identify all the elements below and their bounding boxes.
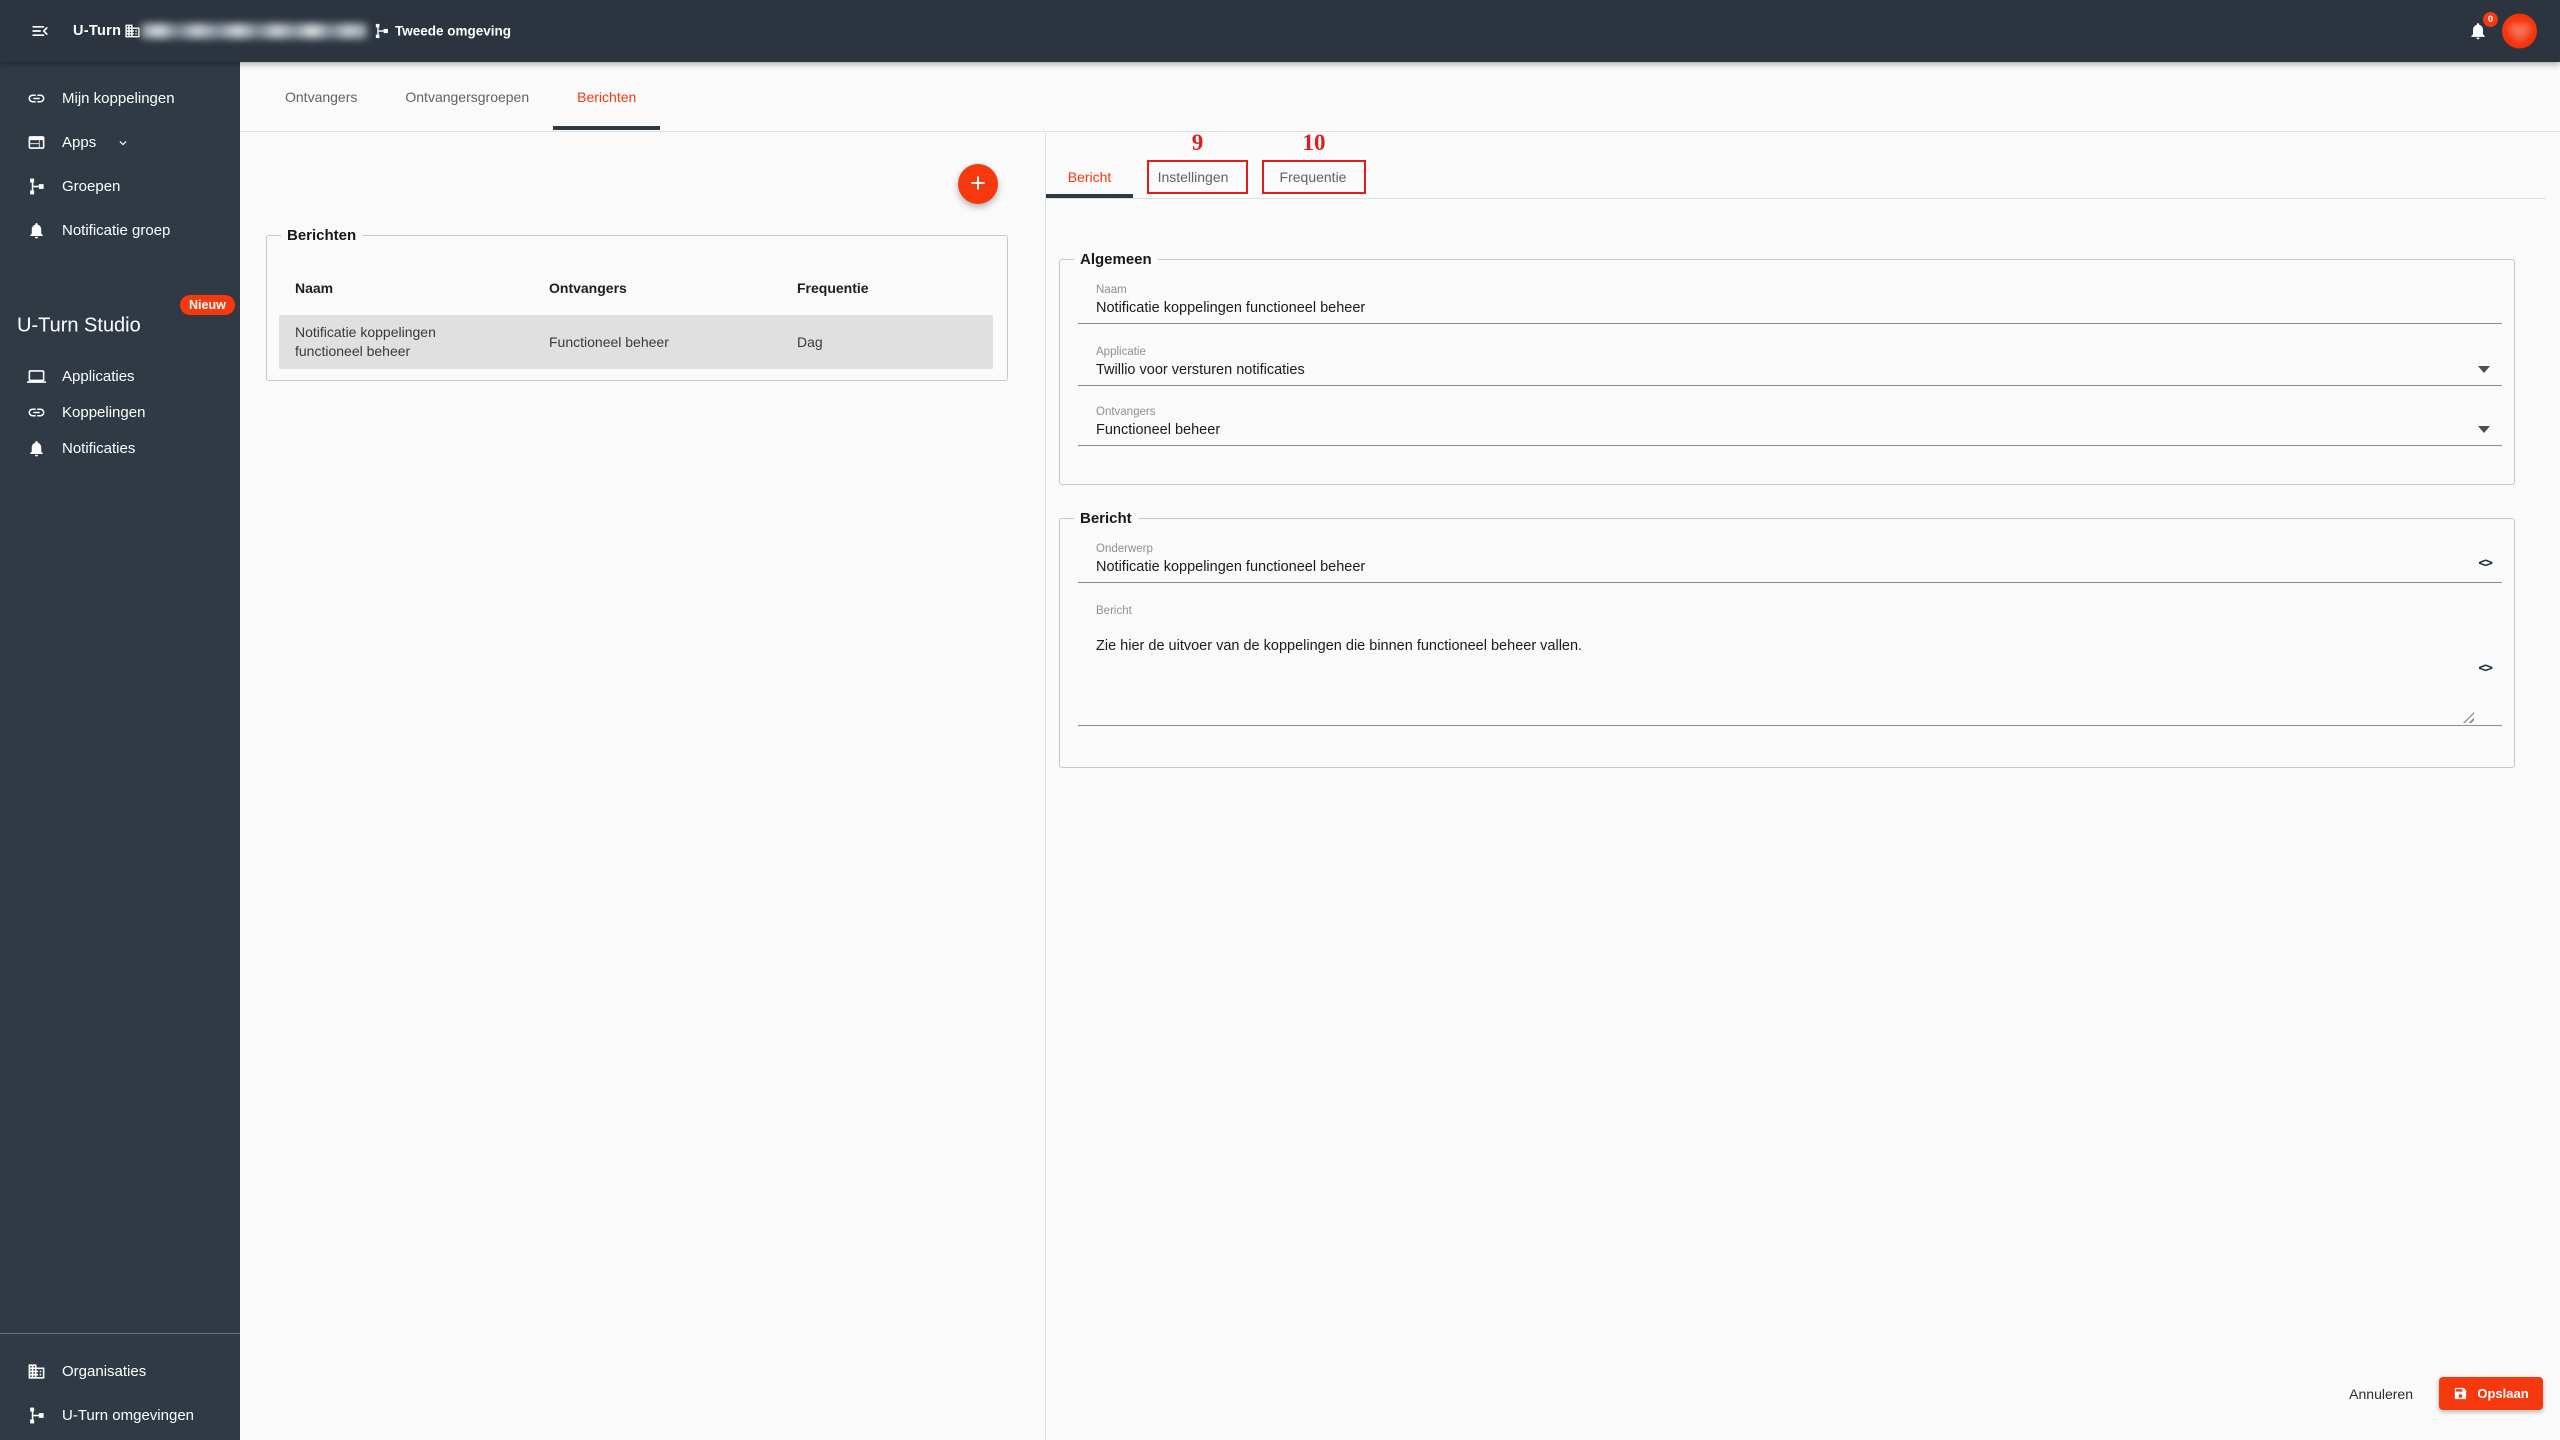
sidebar-item-notificatie-groep[interactable]: Notificatie groep	[0, 208, 240, 252]
berichten-list-legend: Berichten	[281, 226, 362, 245]
sidebar-item-uturn-omgevingen[interactable]: U-Turn omgevingen	[0, 1393, 240, 1437]
building-icon	[27, 1362, 46, 1381]
sidebar-item-label: Apps	[62, 134, 96, 151]
code-icon[interactable]: <>	[2478, 556, 2492, 571]
onderwerp-input[interactable]	[1078, 559, 2492, 576]
cell-naam: Notificatie koppelingen functioneel behe…	[295, 323, 549, 361]
applicatie-label: Applicatie	[1078, 346, 2502, 359]
sidebar-item-label: U-Turn omgevingen	[62, 1407, 194, 1424]
top-bar: U-Turn Tweede omgeving 0	[0, 0, 2560, 62]
column-header-ontvangers: Ontvangers	[549, 280, 797, 296]
tab-berichten[interactable]: Berichten	[553, 62, 660, 131]
sidebar-item-label: Applicaties	[62, 368, 135, 385]
annotation-number-9: 9	[1147, 131, 1248, 155]
table-header-row: Naam Ontvangers Frequentie	[295, 280, 997, 296]
sidebar-bottom-nav: Organisaties U-Turn omgevingen	[0, 1333, 240, 1437]
main-tab-bar: Ontvangers Ontvangersgroepen Berichten	[240, 62, 2560, 132]
hierarchy-icon	[27, 1406, 46, 1425]
sidebar-item-label: Koppelingen	[62, 404, 145, 421]
panel-divider	[1045, 133, 1046, 1440]
bell-icon	[27, 439, 46, 458]
applicatie-value: Twillio voor versturen notificaties	[1078, 362, 2502, 379]
environment-icon	[373, 23, 390, 40]
bericht-body-textarea[interactable]: Zie hier de uitvoer van de koppelingen d…	[1096, 638, 2502, 721]
code-icon[interactable]: <>	[2478, 661, 2492, 676]
column-header-frequentie: Frequentie	[797, 280, 997, 296]
studio-section-header: U-Turn Studio Nieuw	[0, 302, 240, 350]
bericht-body-field: Bericht Zie hier de uitvoer van de koppe…	[1078, 605, 2502, 726]
tab-instellingen[interactable]: Instellingen	[1133, 155, 1253, 198]
bericht-fieldset: Bericht Onderwerp <> Bericht Zie hier de…	[1059, 518, 2515, 768]
sidebar-item-label: Notificatie groep	[62, 222, 170, 239]
sidebar: Mijn koppelingen Apps Groepen Notificati…	[0, 62, 240, 1440]
naam-input[interactable]	[1078, 300, 2492, 317]
apps-icon	[27, 133, 46, 152]
cell-frequentie: Dag	[797, 334, 993, 350]
notification-count-badge: 0	[2483, 12, 2498, 27]
link-icon	[27, 403, 46, 422]
environment-label: Tweede omgeving	[395, 24, 511, 39]
tab-frequentie[interactable]: Frequentie	[1253, 155, 1373, 198]
sidebar-main-nav: Mijn koppelingen Apps Groepen Notificati…	[0, 76, 240, 252]
sidebar-item-apps[interactable]: Apps	[0, 120, 240, 164]
sidebar-item-label: Groepen	[62, 178, 120, 195]
cancel-button[interactable]: Annuleren	[2343, 1386, 2419, 1402]
cell-ontvangers: Functioneel beheer	[549, 334, 797, 350]
tab-ontvangersgroepen[interactable]: Ontvangersgroepen	[381, 62, 553, 131]
onderwerp-label: Onderwerp	[1078, 543, 2502, 556]
organization-name-blurred	[141, 24, 367, 39]
app-title: U-Turn	[73, 23, 121, 39]
naam-label: Naam	[1078, 284, 2502, 297]
annotation-number-10: 10	[1262, 131, 1366, 155]
form-actions: Annuleren Opslaan	[2343, 1377, 2543, 1410]
save-icon	[2453, 1386, 2468, 1401]
ontvangers-select[interactable]: Ontvangers Functioneel beheer	[1078, 406, 2502, 446]
dropdown-arrow-icon	[2478, 426, 2490, 433]
dropdown-arrow-icon	[2478, 366, 2490, 373]
algemeen-fieldset: Algemeen Naam Applicatie Twillio voor ve…	[1059, 259, 2515, 485]
sidebar-item-groepen[interactable]: Groepen	[0, 164, 240, 208]
applicatie-select[interactable]: Applicatie Twillio voor versturen notifi…	[1078, 346, 2502, 386]
laptop-icon	[27, 367, 46, 386]
add-bericht-button[interactable]: +	[958, 164, 998, 204]
sidebar-item-mijn-koppelingen[interactable]: Mijn koppelingen	[0, 76, 240, 120]
ontvangers-value: Functioneel beheer	[1078, 422, 2502, 439]
column-header-naam: Naam	[295, 280, 549, 296]
sidebar-item-koppelingen[interactable]: Koppelingen	[0, 394, 240, 430]
onderwerp-field: Onderwerp <>	[1078, 543, 2502, 583]
detail-tab-bar: Bericht Instellingen Frequentie	[1046, 155, 2546, 199]
bell-icon	[27, 221, 46, 240]
tab-ontvangers[interactable]: Ontvangers	[261, 62, 381, 131]
bericht-body-label: Bericht	[1078, 605, 2502, 618]
save-button[interactable]: Opslaan	[2439, 1377, 2543, 1410]
nieuw-badge: Nieuw	[180, 295, 235, 315]
sidebar-item-applicaties[interactable]: Applicaties	[0, 358, 240, 394]
studio-title: U-Turn Studio	[17, 315, 141, 338]
naam-field: Naam	[1078, 284, 2502, 324]
bericht-legend: Bericht	[1074, 509, 1138, 528]
algemeen-legend: Algemeen	[1074, 250, 1158, 269]
link-icon	[27, 89, 46, 108]
berichten-list-fieldset: Berichten Naam Ontvangers Frequentie Not…	[266, 235, 1008, 381]
chevron-down-icon	[116, 136, 130, 150]
hierarchy-icon	[27, 177, 46, 196]
sidebar-item-organisaties[interactable]: Organisaties	[0, 1349, 240, 1393]
sidebar-item-label: Notificaties	[62, 440, 135, 457]
user-avatar[interactable]	[2502, 14, 2537, 49]
sidebar-item-notificaties[interactable]: Notificaties	[0, 430, 240, 466]
tab-bericht[interactable]: Bericht	[1046, 155, 1133, 198]
sidebar-item-label: Mijn koppelingen	[62, 90, 175, 107]
app-root: U-Turn Tweede omgeving 0 Mijn koppelinge…	[0, 0, 2560, 1440]
save-button-label: Opslaan	[2477, 1386, 2528, 1401]
ontvangers-label: Ontvangers	[1078, 406, 2502, 419]
building-icon	[124, 23, 141, 40]
sidebar-studio-nav: Applicaties Koppelingen Notificaties	[0, 358, 240, 466]
table-row-selected[interactable]: Notificatie koppelingen functioneel behe…	[279, 315, 993, 369]
menu-open-icon[interactable]	[30, 21, 50, 41]
sidebar-item-label: Organisaties	[62, 1363, 146, 1380]
